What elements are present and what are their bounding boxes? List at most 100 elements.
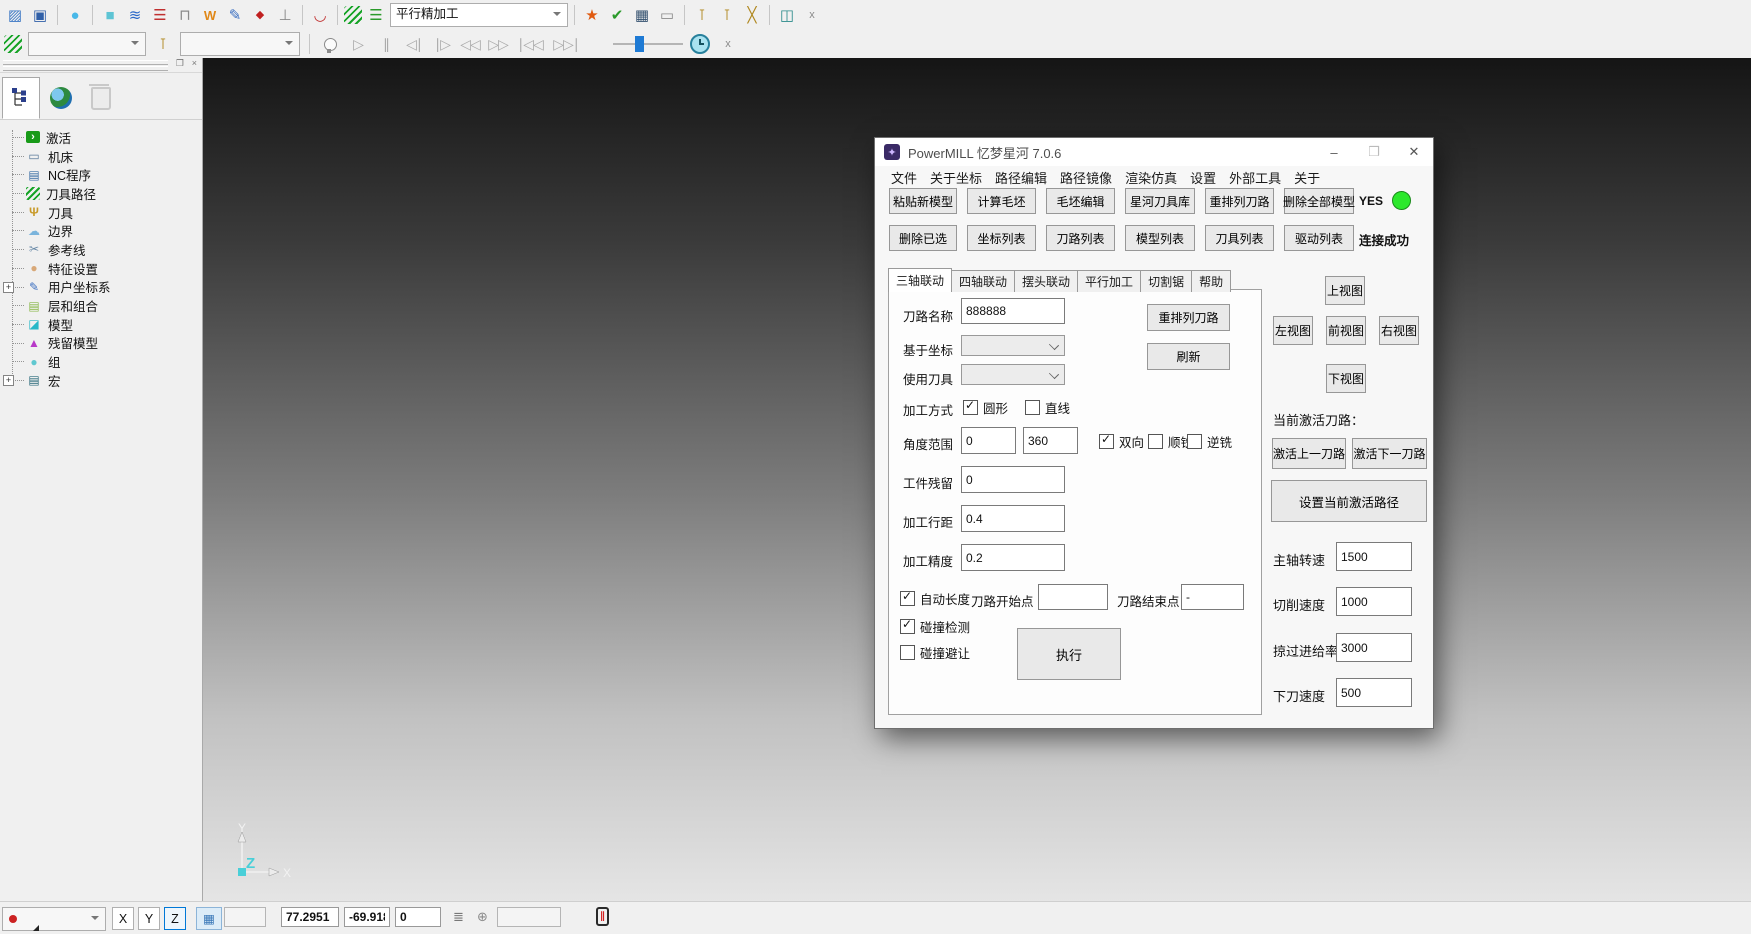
sim-toolpath-dropdown[interactable] (28, 32, 146, 56)
tree-item-machine[interactable]: ▭机床 (0, 147, 202, 166)
tree-item-groups[interactable]: ●组 (0, 352, 202, 371)
sim-tool-dropdown[interactable] (180, 32, 300, 56)
coord-base-select[interactable] (961, 335, 1065, 356)
tree-item-toolpaths[interactable]: 刀具路径 (0, 184, 202, 203)
view-top-button[interactable]: 上视图 (1325, 276, 1365, 305)
coord-x-field[interactable] (281, 907, 339, 927)
tab-4axis[interactable]: 四轴联动 (951, 270, 1015, 292)
tab-saw[interactable]: 切割锯 (1140, 270, 1192, 292)
maximize-button[interactable]: ❒ (1355, 138, 1393, 166)
mode-circle-checkbox[interactable]: ✓ 圆形 (963, 398, 1008, 417)
pattern-points-icon[interactable]: ◆ (249, 4, 271, 26)
fast-forward-button[interactable]: ▷▷ (487, 33, 509, 55)
play-button[interactable]: ▷ (347, 33, 369, 55)
coord-y-field[interactable] (344, 907, 390, 927)
tolerance-input[interactable] (961, 544, 1065, 571)
clock-icon[interactable] (689, 33, 711, 55)
drive-list-button[interactable]: 驱动列表 (1284, 225, 1354, 251)
axis-z-button[interactable]: Z (164, 907, 186, 930)
slider-handle[interactable] (635, 36, 644, 52)
collision-detect-checkbox[interactable]: ✓ 碰撞检测 (900, 617, 970, 636)
tree-item-macros[interactable]: +▤宏 (0, 371, 202, 390)
spindle-speed-input[interactable] (1336, 542, 1412, 571)
refresh-button[interactable]: 刷新 (1147, 343, 1230, 370)
menu-file[interactable]: 文件 (891, 168, 917, 187)
block-icon[interactable]: ■ (99, 4, 121, 26)
tool-library-button[interactable]: 星河刀具库 (1125, 188, 1195, 214)
panel-grip[interactable]: ❐ × (0, 58, 202, 73)
status-extra-field[interactable] (497, 907, 561, 927)
tool-mount-icon[interactable]: ⊺ (691, 4, 713, 26)
view-front-button[interactable]: 前视图 (1326, 316, 1366, 345)
stepover-input[interactable] (961, 505, 1065, 532)
axis-y-button[interactable]: Y (138, 907, 160, 930)
set-active-path-button[interactable]: 设置当前激活路径 (1271, 480, 1427, 522)
tab-recycle-bin[interactable] (82, 77, 120, 119)
locate-compass-icon[interactable]: ⊕ (477, 909, 488, 925)
calc-stock-button[interactable]: 计算毛坯 (967, 188, 1036, 214)
tab-help[interactable]: 帮助 (1191, 270, 1231, 292)
view-bottom-button[interactable]: 下视图 (1326, 364, 1366, 393)
delete-all-models-button[interactable]: 删除全部模型 (1284, 188, 1354, 214)
sim-tool-icon[interactable]: ⊺ (152, 33, 174, 55)
stock-edit-button[interactable]: 毛坯编辑 (1046, 188, 1115, 214)
axis-x-button[interactable]: X (112, 907, 134, 930)
toolpath-name-input[interactable] (961, 298, 1065, 324)
toolpath-list-button[interactable]: 刀路列表 (1046, 225, 1115, 251)
curve-editor-icon[interactable]: ✎ (224, 4, 246, 26)
tab-tilt-head[interactable]: 摆头联动 (1014, 270, 1078, 292)
tree-item-levels-sets[interactable]: ▤层和组合 (0, 296, 202, 315)
tool-database-icon[interactable]: ☰ (149, 4, 171, 26)
verify-ok-icon[interactable]: ✔ (606, 4, 628, 26)
xyz-list-icon[interactable]: ≣ (453, 909, 464, 925)
pause-button[interactable]: ∥ (375, 33, 397, 55)
collision-icon[interactable]: W (199, 4, 221, 26)
plunge-feed-input[interactable] (1336, 678, 1412, 707)
dialog-titlebar[interactable]: ✦ PowerMILL 忆梦星河 7.0.6 – ❒ ✕ (875, 138, 1433, 166)
collision-avoid-checkbox[interactable]: 碰撞避让 (900, 643, 970, 662)
tree-item-activate[interactable]: ›激活 (0, 128, 202, 147)
close-button[interactable]: ✕ (1395, 138, 1433, 166)
ruler-icon[interactable]: ▭ (656, 4, 678, 26)
tree-item-patterns[interactable]: ✂参考线 (0, 240, 202, 259)
minimize-button[interactable]: – (1315, 138, 1353, 166)
rearrange-button[interactable]: 重排列刀路 (1147, 304, 1230, 331)
tool-select[interactable] (961, 364, 1065, 385)
tab-explorer-tree[interactable] (2, 77, 40, 119)
tool-ball-icon[interactable]: ⊓ (174, 4, 196, 26)
both-direction-checkbox[interactable]: ✓ 双向 (1099, 432, 1144, 451)
rearrange-toolpaths-button[interactable]: 重排列刀路 (1205, 188, 1274, 214)
toolpath-strategy-icon[interactable]: ≋ (124, 4, 146, 26)
toolbar-close-icon[interactable]: x (801, 4, 823, 26)
skim-feed-input[interactable] (1336, 633, 1412, 662)
tree-item-stock-models[interactable]: ▲残留模型 (0, 334, 202, 353)
delete-selected-button[interactable]: 删除已选 (889, 225, 957, 251)
model-list-button[interactable]: 模型列表 (1125, 225, 1195, 251)
go-to-end-button[interactable]: ▷▷∣ (551, 33, 581, 55)
tab-globe[interactable] (42, 77, 80, 119)
go-to-start-button[interactable]: ∣◁◁ (515, 33, 545, 55)
grid-toggle-button[interactable]: ▦ (196, 907, 222, 930)
menu-external-tools[interactable]: 外部工具 (1229, 168, 1281, 187)
calculator-icon[interactable]: ▦ (631, 4, 653, 26)
end-point-input[interactable] (1181, 584, 1244, 610)
tree-item-models[interactable]: ◪模型 (0, 315, 202, 334)
step-forward-button[interactable]: ∣▷ (431, 33, 453, 55)
angle-from-input[interactable] (961, 427, 1016, 454)
auto-length-checkbox[interactable]: ✓ 自动长度 (900, 589, 970, 608)
rewind-button[interactable]: ◁◁ (459, 33, 481, 55)
open-project-icon[interactable]: ▨ (4, 4, 26, 26)
tool-mount2-icon[interactable]: ⊺ (716, 4, 738, 26)
grid-size-field[interactable] (224, 907, 266, 927)
view-right-button[interactable]: 右视图 (1379, 316, 1419, 345)
menu-about[interactable]: 关于 (1294, 168, 1320, 187)
tree-item-workplanes[interactable]: +✎用户坐标系 (0, 278, 202, 297)
sim-speed-slider[interactable] (613, 36, 683, 52)
mode-line-checkbox[interactable]: 直线 (1025, 398, 1070, 417)
strategy-preset-dropdown[interactable]: 平行精加工 (390, 3, 568, 27)
float-panel-icon[interactable]: ❐ (176, 58, 184, 69)
activate-prev-button[interactable]: 激活上一刀路 (1272, 438, 1346, 469)
tree-item-feature-sets[interactable]: ●特征设置 (0, 259, 202, 278)
cutting-speed-input[interactable] (1336, 587, 1412, 616)
start-point-input[interactable] (1038, 584, 1108, 610)
